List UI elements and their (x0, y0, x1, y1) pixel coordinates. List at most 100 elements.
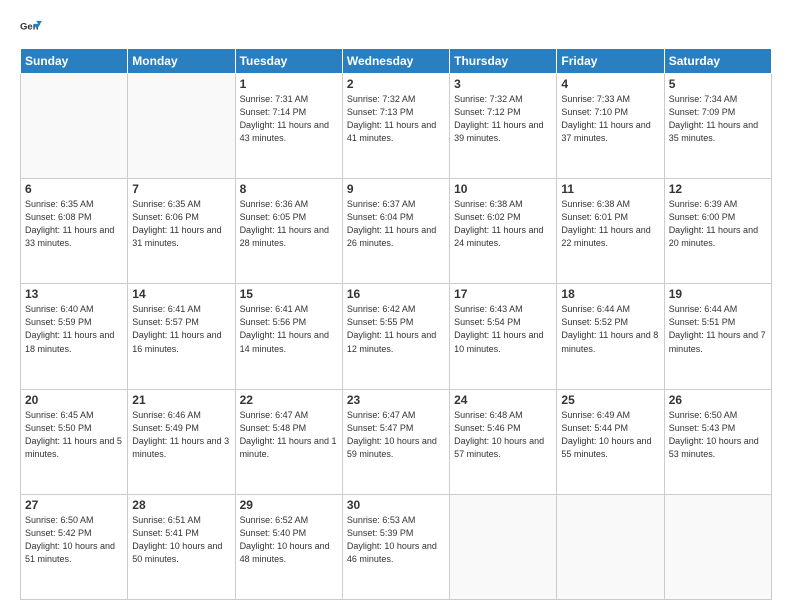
day-info: Sunrise: 6:38 AM Sunset: 6:01 PM Dayligh… (561, 198, 659, 250)
day-number: 1 (240, 77, 338, 91)
calendar-cell: 23 Sunrise: 6:47 AM Sunset: 5:47 PM Dayl… (342, 389, 449, 494)
day-info: Sunrise: 6:36 AM Sunset: 6:05 PM Dayligh… (240, 198, 338, 250)
calendar-cell (664, 494, 771, 599)
day-number: 3 (454, 77, 552, 91)
calendar-cell: 13 Sunrise: 6:40 AM Sunset: 5:59 PM Dayl… (21, 284, 128, 389)
day-info: Sunrise: 6:47 AM Sunset: 5:47 PM Dayligh… (347, 409, 445, 461)
calendar-cell: 9 Sunrise: 6:37 AM Sunset: 6:04 PM Dayli… (342, 179, 449, 284)
day-number: 15 (240, 287, 338, 301)
day-info: Sunrise: 6:41 AM Sunset: 5:57 PM Dayligh… (132, 303, 230, 355)
calendar-cell: 30 Sunrise: 6:53 AM Sunset: 5:39 PM Dayl… (342, 494, 449, 599)
calendar-cell: 10 Sunrise: 6:38 AM Sunset: 6:02 PM Dayl… (450, 179, 557, 284)
calendar-cell (128, 74, 235, 179)
day-number: 14 (132, 287, 230, 301)
day-info: Sunrise: 6:45 AM Sunset: 5:50 PM Dayligh… (25, 409, 123, 461)
header: Gen (20, 18, 772, 40)
calendar-cell: 8 Sunrise: 6:36 AM Sunset: 6:05 PM Dayli… (235, 179, 342, 284)
day-number: 22 (240, 393, 338, 407)
calendar-table: SundayMondayTuesdayWednesdayThursdayFrid… (20, 48, 772, 600)
day-info: Sunrise: 6:52 AM Sunset: 5:40 PM Dayligh… (240, 514, 338, 566)
day-info: Sunrise: 6:42 AM Sunset: 5:55 PM Dayligh… (347, 303, 445, 355)
day-number: 7 (132, 182, 230, 196)
day-number: 28 (132, 498, 230, 512)
day-number: 10 (454, 182, 552, 196)
calendar-cell: 24 Sunrise: 6:48 AM Sunset: 5:46 PM Dayl… (450, 389, 557, 494)
logo: Gen (20, 18, 46, 40)
logo-icon: Gen (20, 18, 42, 40)
day-info: Sunrise: 6:46 AM Sunset: 5:49 PM Dayligh… (132, 409, 230, 461)
day-info: Sunrise: 6:48 AM Sunset: 5:46 PM Dayligh… (454, 409, 552, 461)
day-number: 25 (561, 393, 659, 407)
calendar-cell: 12 Sunrise: 6:39 AM Sunset: 6:00 PM Dayl… (664, 179, 771, 284)
weekday-header: Wednesday (342, 49, 449, 74)
calendar-body: 1 Sunrise: 7:31 AM Sunset: 7:14 PM Dayli… (21, 74, 772, 600)
calendar-cell: 25 Sunrise: 6:49 AM Sunset: 5:44 PM Dayl… (557, 389, 664, 494)
day-info: Sunrise: 6:44 AM Sunset: 5:51 PM Dayligh… (669, 303, 767, 355)
day-info: Sunrise: 6:50 AM Sunset: 5:42 PM Dayligh… (25, 514, 123, 566)
calendar-cell: 22 Sunrise: 6:47 AM Sunset: 5:48 PM Dayl… (235, 389, 342, 494)
calendar-cell: 21 Sunrise: 6:46 AM Sunset: 5:49 PM Dayl… (128, 389, 235, 494)
weekday-header: Monday (128, 49, 235, 74)
calendar-cell: 16 Sunrise: 6:42 AM Sunset: 5:55 PM Dayl… (342, 284, 449, 389)
day-info: Sunrise: 6:40 AM Sunset: 5:59 PM Dayligh… (25, 303, 123, 355)
day-info: Sunrise: 6:35 AM Sunset: 6:08 PM Dayligh… (25, 198, 123, 250)
calendar-cell: 2 Sunrise: 7:32 AM Sunset: 7:13 PM Dayli… (342, 74, 449, 179)
calendar-cell: 3 Sunrise: 7:32 AM Sunset: 7:12 PM Dayli… (450, 74, 557, 179)
calendar-cell: 6 Sunrise: 6:35 AM Sunset: 6:08 PM Dayli… (21, 179, 128, 284)
day-info: Sunrise: 7:32 AM Sunset: 7:12 PM Dayligh… (454, 93, 552, 145)
day-info: Sunrise: 6:41 AM Sunset: 5:56 PM Dayligh… (240, 303, 338, 355)
day-number: 9 (347, 182, 445, 196)
day-number: 27 (25, 498, 123, 512)
calendar-cell (21, 74, 128, 179)
calendar-cell: 17 Sunrise: 6:43 AM Sunset: 5:54 PM Dayl… (450, 284, 557, 389)
calendar-cell: 1 Sunrise: 7:31 AM Sunset: 7:14 PM Dayli… (235, 74, 342, 179)
day-info: Sunrise: 6:35 AM Sunset: 6:06 PM Dayligh… (132, 198, 230, 250)
calendar-cell: 28 Sunrise: 6:51 AM Sunset: 5:41 PM Dayl… (128, 494, 235, 599)
day-number: 23 (347, 393, 445, 407)
day-number: 16 (347, 287, 445, 301)
day-info: Sunrise: 7:33 AM Sunset: 7:10 PM Dayligh… (561, 93, 659, 145)
day-info: Sunrise: 6:53 AM Sunset: 5:39 PM Dayligh… (347, 514, 445, 566)
day-number: 8 (240, 182, 338, 196)
day-info: Sunrise: 6:51 AM Sunset: 5:41 PM Dayligh… (132, 514, 230, 566)
calendar-cell: 27 Sunrise: 6:50 AM Sunset: 5:42 PM Dayl… (21, 494, 128, 599)
calendar-cell: 7 Sunrise: 6:35 AM Sunset: 6:06 PM Dayli… (128, 179, 235, 284)
day-number: 6 (25, 182, 123, 196)
calendar-cell: 29 Sunrise: 6:52 AM Sunset: 5:40 PM Dayl… (235, 494, 342, 599)
weekday-header: Friday (557, 49, 664, 74)
day-number: 17 (454, 287, 552, 301)
calendar-cell: 19 Sunrise: 6:44 AM Sunset: 5:51 PM Dayl… (664, 284, 771, 389)
weekday-header: Tuesday (235, 49, 342, 74)
calendar-cell: 26 Sunrise: 6:50 AM Sunset: 5:43 PM Dayl… (664, 389, 771, 494)
day-number: 21 (132, 393, 230, 407)
day-number: 19 (669, 287, 767, 301)
day-number: 29 (240, 498, 338, 512)
calendar-header: SundayMondayTuesdayWednesdayThursdayFrid… (21, 49, 772, 74)
day-info: Sunrise: 6:49 AM Sunset: 5:44 PM Dayligh… (561, 409, 659, 461)
calendar-cell (557, 494, 664, 599)
calendar-cell: 15 Sunrise: 6:41 AM Sunset: 5:56 PM Dayl… (235, 284, 342, 389)
weekday-header: Sunday (21, 49, 128, 74)
day-info: Sunrise: 6:47 AM Sunset: 5:48 PM Dayligh… (240, 409, 338, 461)
day-number: 13 (25, 287, 123, 301)
day-info: Sunrise: 7:34 AM Sunset: 7:09 PM Dayligh… (669, 93, 767, 145)
day-info: Sunrise: 6:38 AM Sunset: 6:02 PM Dayligh… (454, 198, 552, 250)
weekday-header: Thursday (450, 49, 557, 74)
calendar-cell: 20 Sunrise: 6:45 AM Sunset: 5:50 PM Dayl… (21, 389, 128, 494)
calendar-cell: 18 Sunrise: 6:44 AM Sunset: 5:52 PM Dayl… (557, 284, 664, 389)
day-info: Sunrise: 7:32 AM Sunset: 7:13 PM Dayligh… (347, 93, 445, 145)
calendar-cell: 14 Sunrise: 6:41 AM Sunset: 5:57 PM Dayl… (128, 284, 235, 389)
day-number: 4 (561, 77, 659, 91)
day-info: Sunrise: 6:39 AM Sunset: 6:00 PM Dayligh… (669, 198, 767, 250)
day-info: Sunrise: 6:44 AM Sunset: 5:52 PM Dayligh… (561, 303, 659, 355)
day-info: Sunrise: 6:37 AM Sunset: 6:04 PM Dayligh… (347, 198, 445, 250)
calendar-cell: 5 Sunrise: 7:34 AM Sunset: 7:09 PM Dayli… (664, 74, 771, 179)
day-number: 2 (347, 77, 445, 91)
day-info: Sunrise: 6:43 AM Sunset: 5:54 PM Dayligh… (454, 303, 552, 355)
calendar-cell: 11 Sunrise: 6:38 AM Sunset: 6:01 PM Dayl… (557, 179, 664, 284)
calendar-cell: 4 Sunrise: 7:33 AM Sunset: 7:10 PM Dayli… (557, 74, 664, 179)
day-number: 18 (561, 287, 659, 301)
day-info: Sunrise: 7:31 AM Sunset: 7:14 PM Dayligh… (240, 93, 338, 145)
day-number: 26 (669, 393, 767, 407)
day-number: 30 (347, 498, 445, 512)
